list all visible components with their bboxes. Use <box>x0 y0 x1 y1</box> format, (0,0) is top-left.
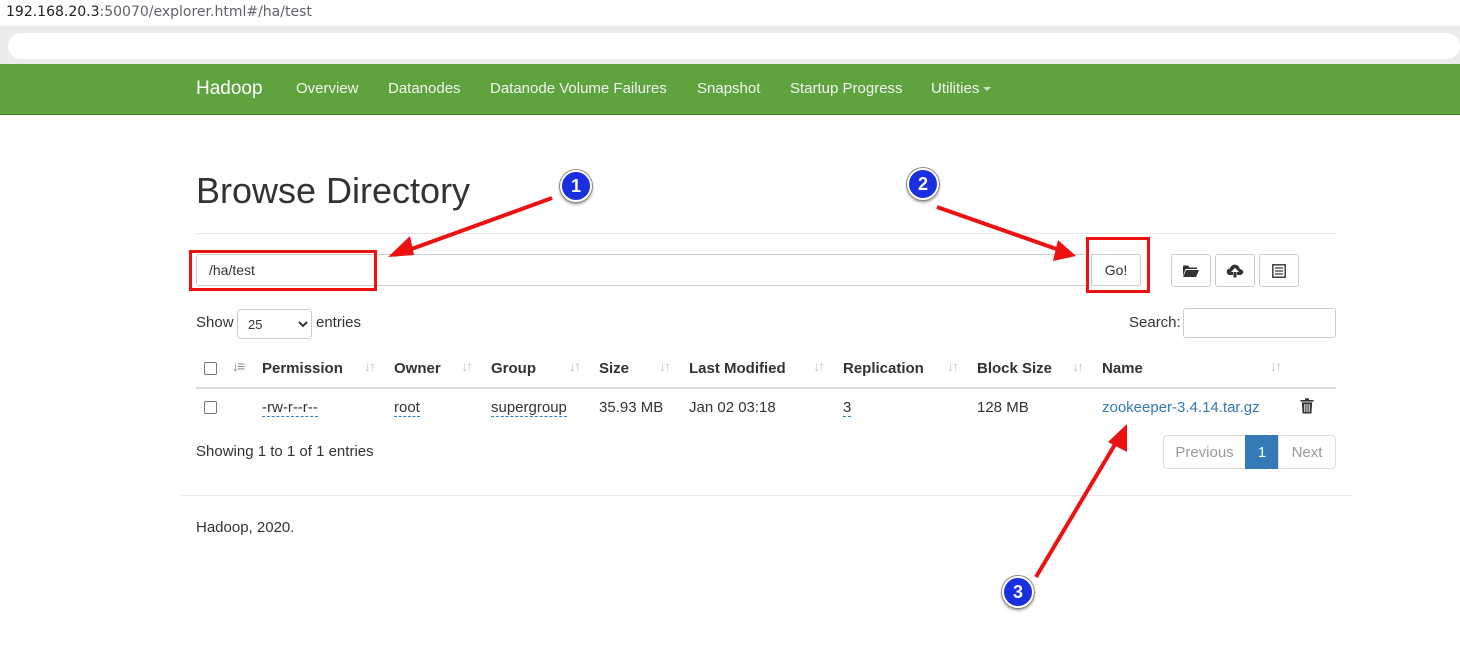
delete-button[interactable] <box>1300 398 1314 418</box>
nav-overview[interactable]: Overview <box>296 80 359 97</box>
entries-label: entries <box>316 314 362 331</box>
search-input[interactable] <box>1183 308 1336 338</box>
select-all-checkbox[interactable] <box>204 362 217 375</box>
sort-icon: ↓↑ <box>364 358 376 374</box>
url-host: 192.168.20.3 <box>6 4 100 20</box>
col-size[interactable]: Size <box>599 360 629 377</box>
list-alt-icon <box>1272 263 1286 278</box>
footer-text: Hadoop, 2020. <box>196 519 295 536</box>
address-bar[interactable]: 192.168.20.3:50070/explorer.html#/ha/tes… <box>0 0 1460 26</box>
highlight-path-input <box>189 250 377 291</box>
annotation-badge-3: 3 <box>1002 576 1034 608</box>
create-directory-button[interactable] <box>1171 254 1211 287</box>
redaction-mark <box>8 33 1460 59</box>
annotation-badge-1: 1 <box>560 170 592 202</box>
col-block-size[interactable]: Block Size <box>977 360 1052 377</box>
col-group[interactable]: Group <box>491 360 536 377</box>
navbar-brand[interactable]: Hadoop <box>196 78 263 100</box>
nav-snapshot[interactable]: Snapshot <box>697 80 760 97</box>
sort-icon: ↓↑ <box>569 358 581 374</box>
col-last-modified[interactable]: Last Modified <box>689 360 786 377</box>
nav-startup-progress[interactable]: Startup Progress <box>790 80 903 97</box>
col-permission[interactable]: Permission <box>262 360 343 377</box>
cell-name-link[interactable]: zookeeper-3.4.14.tar.gz <box>1102 399 1260 416</box>
table-header-divider <box>196 387 1336 389</box>
sort-icon: ↓↑ <box>659 358 671 374</box>
cell-block-size: 128 MB <box>977 399 1029 416</box>
cell-size: 35.93 MB <box>599 399 664 416</box>
col-owner[interactable]: Owner <box>394 360 441 377</box>
table-info: Showing 1 to 1 of 1 entries <box>196 443 374 460</box>
previous-page-button[interactable]: Previous <box>1163 435 1246 469</box>
cell-replication[interactable]: 3 <box>843 399 852 417</box>
trash-icon <box>1300 398 1314 414</box>
address-url[interactable]: 192.168.20.3:50070/explorer.html#/ha/tes… <box>6 4 312 20</box>
title-divider <box>196 233 1336 234</box>
cell-permission[interactable]: -rw-r--r-- <box>262 399 318 417</box>
search-label: Search: <box>1129 314 1181 331</box>
col-name[interactable]: Name <box>1102 360 1143 377</box>
chevron-down-icon <box>983 87 992 92</box>
col-replication[interactable]: Replication <box>843 360 924 377</box>
create-file-button[interactable] <box>1259 254 1299 287</box>
row-select-checkbox[interactable] <box>204 401 217 414</box>
nav-utilities-label: Utilities <box>931 80 980 97</box>
url-path: :50070/explorer.html#/ha/test <box>99 4 312 20</box>
sort-amount-icon[interactable]: ↓≡ <box>232 358 245 374</box>
arrow-2 <box>936 205 1076 261</box>
sort-icon: ↓↑ <box>947 358 959 374</box>
cloud-upload-icon <box>1226 264 1244 278</box>
nav-utilities[interactable]: Utilities <box>931 80 992 97</box>
cell-owner[interactable]: root <box>394 399 420 417</box>
page-1-button[interactable]: 1 <box>1245 435 1279 469</box>
sort-icon: ↓↑ <box>813 358 825 374</box>
sort-icon: ↓↑ <box>1270 358 1282 374</box>
entries-per-page-select[interactable]: 25 <box>237 309 312 339</box>
footer-divider <box>181 495 1351 496</box>
cell-last-modified: Jan 02 03:18 <box>689 399 776 416</box>
upload-button[interactable] <box>1215 254 1255 287</box>
nav-datanode-volume-failures[interactable]: Datanode Volume Failures <box>490 80 667 97</box>
show-label: Show <box>196 314 234 331</box>
annotation-badge-2: 2 <box>907 168 939 200</box>
sort-icon: ↓↑ <box>461 358 473 374</box>
sort-icon: ↓↑ <box>1072 358 1084 374</box>
folder-open-icon <box>1183 265 1199 277</box>
highlight-go-button <box>1086 237 1150 293</box>
arrow-3 <box>1034 424 1127 579</box>
next-page-button[interactable]: Next <box>1278 435 1336 469</box>
page-title: Browse Directory <box>196 170 471 211</box>
nav-datanodes[interactable]: Datanodes <box>388 80 461 97</box>
cell-group[interactable]: supergroup <box>491 399 567 417</box>
